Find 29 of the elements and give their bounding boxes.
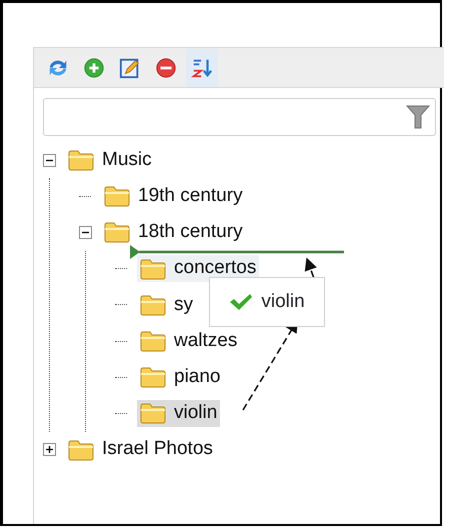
tree-node-label[interactable]: violin (174, 401, 218, 426)
add-icon (83, 56, 105, 78)
tree-node-label[interactable]: Music (102, 148, 152, 172)
tree-node-label[interactable]: sy (174, 292, 193, 318)
edit-icon (119, 56, 141, 78)
collapse-toggle[interactable] (43, 154, 56, 167)
filter-icon[interactable] (406, 104, 430, 130)
tree-node-label[interactable]: waltzes (174, 328, 238, 354)
sort-button[interactable] (186, 48, 218, 86)
folder-icon (104, 221, 130, 244)
tree-node-label[interactable]: 19th century (138, 184, 243, 209)
folder-icon (140, 294, 166, 316)
folder-icon (104, 185, 130, 208)
tree-node-label[interactable]: piano (174, 364, 220, 390)
plus-icon (44, 444, 55, 456)
tree-node-label[interactable]: concertos (174, 256, 256, 281)
tree-node-label[interactable]: Israel Photos (102, 437, 213, 462)
expand-toggle[interactable] (43, 443, 56, 456)
drag-label: violin (261, 290, 305, 314)
folder-icon (68, 438, 94, 461)
folder-icon (140, 366, 166, 388)
folder-icon (140, 402, 166, 424)
folder-icon (140, 330, 166, 352)
folder-icon (140, 258, 166, 280)
delete-icon (155, 56, 177, 78)
collapse-toggle[interactable] (79, 226, 92, 239)
folder-icon (68, 149, 94, 172)
tree-node-label[interactable]: 18th century (138, 220, 243, 245)
filter-field[interactable] (43, 98, 436, 136)
